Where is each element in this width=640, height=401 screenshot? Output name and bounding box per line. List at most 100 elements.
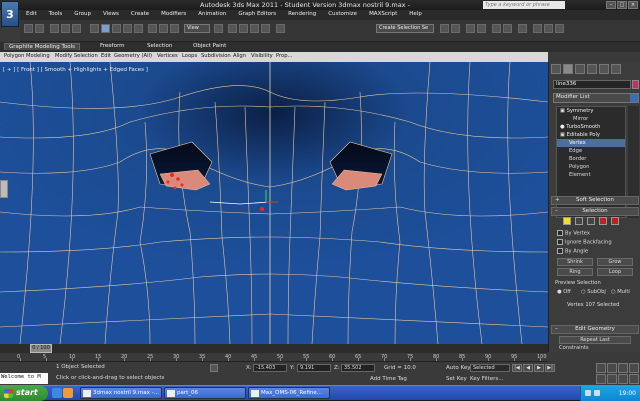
element-level-icon[interactable]: [611, 217, 619, 225]
rendered-frame-icon[interactable]: [544, 24, 553, 33]
stack-item-symmetry[interactable]: ▣ Symmetry: [557, 107, 625, 115]
front-viewport[interactable]: [ + ] [ Front ] [ Smooth + Highlights + …: [0, 62, 548, 344]
redo-icon[interactable]: [35, 24, 44, 33]
graphite-toggle-icon[interactable]: [477, 24, 486, 33]
preview-off-radio[interactable]: ● Off: [557, 289, 571, 295]
stack-item-polygon[interactable]: Polygon: [557, 163, 625, 171]
render-setup-icon[interactable]: [533, 24, 542, 33]
menu-animation[interactable]: Animation: [192, 10, 232, 20]
stack-item-turbosmooth[interactable]: ● TurboSmooth: [557, 123, 625, 131]
move-icon[interactable]: [148, 24, 157, 33]
key-set-dropdown[interactable]: Selected: [470, 364, 510, 372]
viewport-label[interactable]: [ + ] [ Front ] [ Smooth + Highlights + …: [3, 67, 148, 73]
curve-editor-icon[interactable]: [492, 24, 501, 33]
key-filters-button[interactable]: Key Filters...: [470, 376, 503, 382]
stack-item-edge[interactable]: Edge: [557, 147, 625, 155]
motion-tab-icon[interactable]: [587, 64, 597, 74]
panel-geometry-all[interactable]: Geometry (All): [114, 53, 152, 59]
maxscript-listener-input[interactable]: Welcome to M: [0, 373, 48, 384]
panel-align[interactable]: Align: [233, 53, 246, 59]
next-frame-icon[interactable]: ▶|: [545, 364, 555, 372]
pivot-icon[interactable]: [214, 24, 223, 33]
soft-selection-rollout[interactable]: + Soft Selection: [551, 196, 639, 205]
network-icon[interactable]: [585, 390, 591, 396]
percent-snap-icon[interactable]: [250, 24, 259, 33]
menu-rendering[interactable]: Rendering: [282, 10, 322, 20]
link-icon[interactable]: [50, 24, 59, 33]
menu-tools[interactable]: Tools: [43, 10, 69, 20]
reference-coordinate-dropdown[interactable]: View: [184, 24, 210, 33]
y-coordinate-field[interactable]: 9.191: [297, 364, 331, 372]
panel-polygon-modeling[interactable]: Polygon Modeling: [4, 53, 50, 59]
edit-geometry-rollout[interactable]: – Edit Geometry: [551, 325, 639, 334]
pan-icon[interactable]: [607, 374, 617, 384]
spinner-snap-icon[interactable]: [261, 24, 270, 33]
modifier-list-dropdown[interactable]: Modifier List: [553, 93, 639, 103]
undo-icon[interactable]: [24, 24, 33, 33]
unlink-icon[interactable]: [61, 24, 70, 33]
time-slider[interactable]: 0 / 100: [0, 344, 548, 353]
rotate-icon[interactable]: [159, 24, 168, 33]
bind-icon[interactable]: [72, 24, 81, 33]
select-object-icon[interactable]: [101, 24, 110, 33]
vertex-level-icon[interactable]: [563, 217, 571, 225]
zoom-all-icon[interactable]: [607, 363, 617, 373]
angle-snap-icon[interactable]: [239, 24, 248, 33]
schematic-view-icon[interactable]: [503, 24, 512, 33]
tab-selection[interactable]: Selection: [147, 43, 172, 49]
menu-group[interactable]: Group: [68, 10, 97, 20]
grow-button[interactable]: Grow: [597, 258, 633, 266]
stack-item-mirror[interactable]: Mirror: [557, 115, 625, 123]
by-angle-checkbox[interactable]: By Angle: [557, 248, 588, 255]
zoom-extents-icon[interactable]: [618, 363, 628, 373]
menu-views[interactable]: Views: [97, 10, 125, 20]
search-input[interactable]: Type a keyword or phrase: [483, 1, 565, 9]
modify-tab-icon[interactable]: [563, 64, 573, 74]
repeat-last-button[interactable]: Repeat Last: [559, 336, 631, 344]
edit-named-selection-icon[interactable]: [276, 24, 285, 33]
tab-object-paint[interactable]: Object Paint: [193, 43, 226, 49]
render-production-icon[interactable]: [555, 24, 564, 33]
loop-button[interactable]: Loop: [597, 268, 633, 276]
track-bar[interactable]: 0 5 10 15 20 25 30 35 40 45 50 55 60 65 70 75 80 85 90 95 10…: [0, 353, 548, 362]
region-select-icon[interactable]: [123, 24, 132, 33]
application-button[interactable]: 3: [1, 1, 19, 27]
viewport-side-handle[interactable]: [0, 180, 8, 198]
window-crossing-icon[interactable]: [134, 24, 143, 33]
panel-modify-selection[interactable]: Modify Selection: [55, 53, 98, 59]
border-level-icon[interactable]: [587, 217, 595, 225]
orbit-icon[interactable]: [618, 374, 628, 384]
utilities-tab-icon[interactable]: [611, 64, 621, 74]
lock-icon[interactable]: [210, 364, 218, 372]
menu-maxscript[interactable]: MAXScript: [363, 10, 403, 20]
zoom-icon[interactable]: [596, 363, 606, 373]
align-icon[interactable]: [451, 24, 460, 33]
mesh-wireframe[interactable]: [0, 62, 548, 344]
material-editor-icon[interactable]: [518, 24, 527, 33]
panel-subdivision[interactable]: Subdivision: [201, 53, 231, 59]
prev-frame-icon[interactable]: ◀: [523, 364, 533, 372]
polygon-level-icon[interactable]: [599, 217, 607, 225]
display-tab-icon[interactable]: [599, 64, 609, 74]
menu-edit[interactable]: Edit: [20, 10, 43, 20]
edge-level-icon[interactable]: [575, 217, 583, 225]
preview-multi-radio[interactable]: ○ Multi: [611, 289, 630, 295]
object-name-field[interactable]: line336: [553, 80, 631, 89]
show-desktop-icon[interactable]: [63, 388, 73, 398]
task-3dmax[interactable]: 3dmax nostril 9.max -...: [80, 387, 162, 399]
z-coordinate-field[interactable]: 35.502: [341, 364, 375, 372]
panel-vertices[interactable]: Vertices: [157, 53, 178, 59]
shrink-button[interactable]: Shrink: [557, 258, 593, 266]
panel-properties[interactable]: Prop...: [276, 53, 292, 59]
object-color-swatch[interactable]: [632, 80, 639, 89]
menu-modifiers[interactable]: Modifiers: [155, 10, 192, 20]
volume-icon[interactable]: [594, 390, 600, 396]
by-vertex-checkbox[interactable]: By Vertex: [557, 230, 590, 237]
named-selection-dropdown[interactable]: Create Selection Se: [376, 24, 434, 33]
tab-freeform[interactable]: Freeform: [100, 43, 125, 49]
select-by-name-icon[interactable]: [112, 24, 121, 33]
minimize-icon[interactable]: –: [606, 1, 616, 9]
zoom-extents-all-icon[interactable]: [629, 363, 639, 373]
tab-graphite-modeling-tools[interactable]: Graphite Modeling Tools: [4, 43, 81, 50]
panel-loops[interactable]: Loops: [182, 53, 197, 59]
